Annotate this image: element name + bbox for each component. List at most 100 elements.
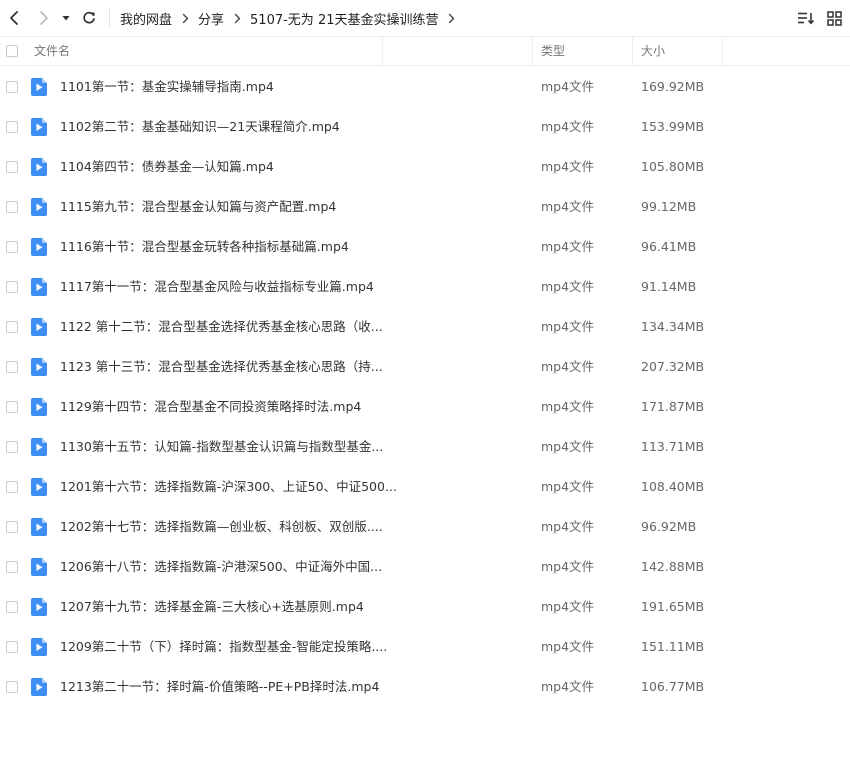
file-row[interactable]: 1130第十五节：认知篇-指数型基金认识篇与指数型基金... mp4文件 113… bbox=[0, 427, 850, 467]
file-row[interactable]: 1129第十四节：混合型基金不同投资策略择时法.mp4 mp4文件 171.87… bbox=[0, 387, 850, 427]
forward-button[interactable] bbox=[34, 8, 54, 28]
row-checkbox[interactable] bbox=[6, 641, 18, 653]
toolbar: 我的网盘 分享 5107-无为 21天基金实操训练营 bbox=[0, 0, 850, 36]
select-all-checkbox[interactable] bbox=[6, 45, 18, 57]
video-file-icon bbox=[31, 198, 47, 216]
file-name[interactable]: 1123 第十三节：混合型基金选择优秀基金核心思路（持... bbox=[60, 347, 383, 387]
file-size: 142.88MB bbox=[641, 559, 705, 574]
sort-button[interactable] bbox=[797, 9, 815, 27]
file-row[interactable]: 1101第一节：基金实操辅导指南.mp4 mp4文件 169.92MB bbox=[0, 67, 850, 107]
breadcrumb-item-my-drive[interactable]: 我的网盘 bbox=[120, 9, 172, 28]
video-file-icon bbox=[31, 78, 47, 96]
file-type: mp4文件 bbox=[541, 439, 595, 454]
file-name[interactable]: 1209第二十节（下）择时篇：指数型基金-智能定投策略.... bbox=[60, 627, 387, 667]
column-header-type[interactable]: 类型 bbox=[541, 37, 565, 66]
file-row[interactable]: 1209第二十节（下）择时篇：指数型基金-智能定投策略.... mp4文件 15… bbox=[0, 627, 850, 667]
file-size: 151.11MB bbox=[641, 639, 705, 654]
file-size: 96.41MB bbox=[641, 239, 697, 254]
file-size: 191.65MB bbox=[641, 599, 705, 614]
file-row[interactable]: 1117第十一节：混合型基金风险与收益指标专业篇.mp4 mp4文件 91.14… bbox=[0, 267, 850, 307]
row-checkbox[interactable] bbox=[6, 361, 18, 373]
row-checkbox[interactable] bbox=[6, 441, 18, 453]
file-name[interactable]: 1122 第十二节：混合型基金选择优秀基金核心思路（收... bbox=[60, 307, 383, 347]
refresh-icon bbox=[83, 11, 95, 24]
refresh-button[interactable] bbox=[79, 8, 99, 28]
video-file-icon bbox=[31, 598, 47, 616]
column-header-name[interactable]: 文件名 bbox=[34, 37, 70, 66]
row-checkbox[interactable] bbox=[6, 241, 18, 253]
row-checkbox[interactable] bbox=[6, 81, 18, 93]
file-type: mp4文件 bbox=[541, 279, 595, 294]
file-row[interactable]: 1213第二十一节：择时篇-价值策略--PE+PB择时法.mp4 mp4文件 1… bbox=[0, 667, 850, 707]
file-type: mp4文件 bbox=[541, 519, 595, 534]
file-type: mp4文件 bbox=[541, 599, 595, 614]
file-type: mp4文件 bbox=[541, 679, 595, 694]
column-divider bbox=[632, 37, 633, 66]
file-name[interactable]: 1129第十四节：混合型基金不同投资策略择时法.mp4 bbox=[60, 387, 361, 427]
column-divider bbox=[382, 37, 383, 66]
file-type: mp4文件 bbox=[541, 239, 595, 254]
file-name[interactable]: 1202第十七节：选择指数篇—创业板、科创板、双创版.... bbox=[60, 507, 383, 547]
file-type: mp4文件 bbox=[541, 319, 595, 334]
back-button[interactable] bbox=[4, 8, 24, 28]
sort-icon bbox=[798, 12, 815, 25]
file-row[interactable]: 1207第十九节：选择基金篇-三大核心+选基原则.mp4 mp4文件 191.6… bbox=[0, 587, 850, 627]
file-row[interactable]: 1116第十节：混合型基金玩转各种指标基础篇.mp4 mp4文件 96.41MB bbox=[0, 227, 850, 267]
row-checkbox[interactable] bbox=[6, 561, 18, 573]
video-file-icon bbox=[31, 358, 47, 376]
file-type: mp4文件 bbox=[541, 119, 595, 134]
file-row[interactable]: 1202第十七节：选择指数篇—创业板、科创板、双创版.... mp4文件 96.… bbox=[0, 507, 850, 547]
breadcrumb-separator-icon bbox=[182, 13, 189, 24]
file-name[interactable]: 1206第十八节：选择指数篇-沪港深500、中证海外中国... bbox=[60, 547, 382, 587]
row-checkbox[interactable] bbox=[6, 121, 18, 133]
column-divider bbox=[532, 37, 533, 66]
row-checkbox[interactable] bbox=[6, 681, 18, 693]
video-file-icon bbox=[31, 558, 47, 576]
breadcrumb-item-share[interactable]: 分享 bbox=[198, 9, 224, 28]
row-checkbox[interactable] bbox=[6, 161, 18, 173]
file-type: mp4文件 bbox=[541, 199, 595, 214]
history-dropdown-button[interactable] bbox=[58, 8, 74, 28]
row-checkbox[interactable] bbox=[6, 521, 18, 533]
chevron-left-icon bbox=[10, 11, 18, 25]
file-name[interactable]: 1213第二十一节：择时篇-价值策略--PE+PB择时法.mp4 bbox=[60, 667, 379, 707]
chevron-right-icon bbox=[40, 11, 48, 25]
file-type: mp4文件 bbox=[541, 559, 595, 574]
file-row[interactable]: 1102第二节：基金基础知识—21天课程简介.mp4 mp4文件 153.99M… bbox=[0, 107, 850, 147]
breadcrumb-separator-icon bbox=[448, 13, 455, 24]
file-name[interactable]: 1104第四节：债券基金—认知篇.mp4 bbox=[60, 147, 274, 187]
file-name[interactable]: 1201第十六节：选择指数篇-沪深300、上证50、中证500... bbox=[60, 467, 397, 507]
breadcrumb-item-current-folder[interactable]: 5107-无为 21天基金实操训练营 bbox=[250, 9, 438, 28]
file-name[interactable]: 1115第九节：混合型基金认知篇与资产配置.mp4 bbox=[60, 187, 336, 227]
file-name[interactable]: 1117第十一节：混合型基金风险与收益指标专业篇.mp4 bbox=[60, 267, 374, 307]
file-row[interactable]: 1123 第十三节：混合型基金选择优秀基金核心思路（持... mp4文件 207… bbox=[0, 347, 850, 387]
file-list: 1101第一节：基金实操辅导指南.mp4 mp4文件 169.92MB 1102… bbox=[0, 67, 850, 707]
video-file-icon bbox=[31, 318, 47, 336]
row-checkbox[interactable] bbox=[6, 321, 18, 333]
row-checkbox[interactable] bbox=[6, 281, 18, 293]
file-size: 105.80MB bbox=[641, 159, 705, 174]
file-name[interactable]: 1101第一节：基金实操辅导指南.mp4 bbox=[60, 67, 274, 107]
file-size: 106.77MB bbox=[641, 679, 705, 694]
grid-view-button[interactable] bbox=[825, 9, 843, 27]
row-checkbox[interactable] bbox=[6, 201, 18, 213]
row-checkbox[interactable] bbox=[6, 481, 18, 493]
column-header-size[interactable]: 大小 bbox=[641, 37, 665, 66]
file-row[interactable]: 1115第九节：混合型基金认知篇与资产配置.mp4 mp4文件 99.12MB bbox=[0, 187, 850, 227]
video-file-icon bbox=[31, 638, 47, 656]
file-name[interactable]: 1102第二节：基金基础知识—21天课程简介.mp4 bbox=[60, 107, 340, 147]
video-file-icon bbox=[31, 678, 47, 696]
file-row[interactable]: 1104第四节：债券基金—认知篇.mp4 mp4文件 105.80MB bbox=[0, 147, 850, 187]
file-type: mp4文件 bbox=[541, 359, 595, 374]
file-name[interactable]: 1130第十五节：认知篇-指数型基金认识篇与指数型基金... bbox=[60, 427, 383, 467]
file-row[interactable]: 1206第十八节：选择指数篇-沪港深500、中证海外中国... mp4文件 14… bbox=[0, 547, 850, 587]
file-row[interactable]: 1201第十六节：选择指数篇-沪深300、上证50、中证500... mp4文件… bbox=[0, 467, 850, 507]
file-name[interactable]: 1207第十九节：选择基金篇-三大核心+选基原则.mp4 bbox=[60, 587, 364, 627]
row-checkbox[interactable] bbox=[6, 601, 18, 613]
file-row[interactable]: 1122 第十二节：混合型基金选择优秀基金核心思路（收... mp4文件 134… bbox=[0, 307, 850, 347]
row-checkbox[interactable] bbox=[6, 401, 18, 413]
video-file-icon bbox=[31, 518, 47, 536]
file-size: 134.34MB bbox=[641, 319, 705, 334]
file-name[interactable]: 1116第十节：混合型基金玩转各种指标基础篇.mp4 bbox=[60, 227, 349, 267]
video-file-icon bbox=[31, 438, 47, 456]
